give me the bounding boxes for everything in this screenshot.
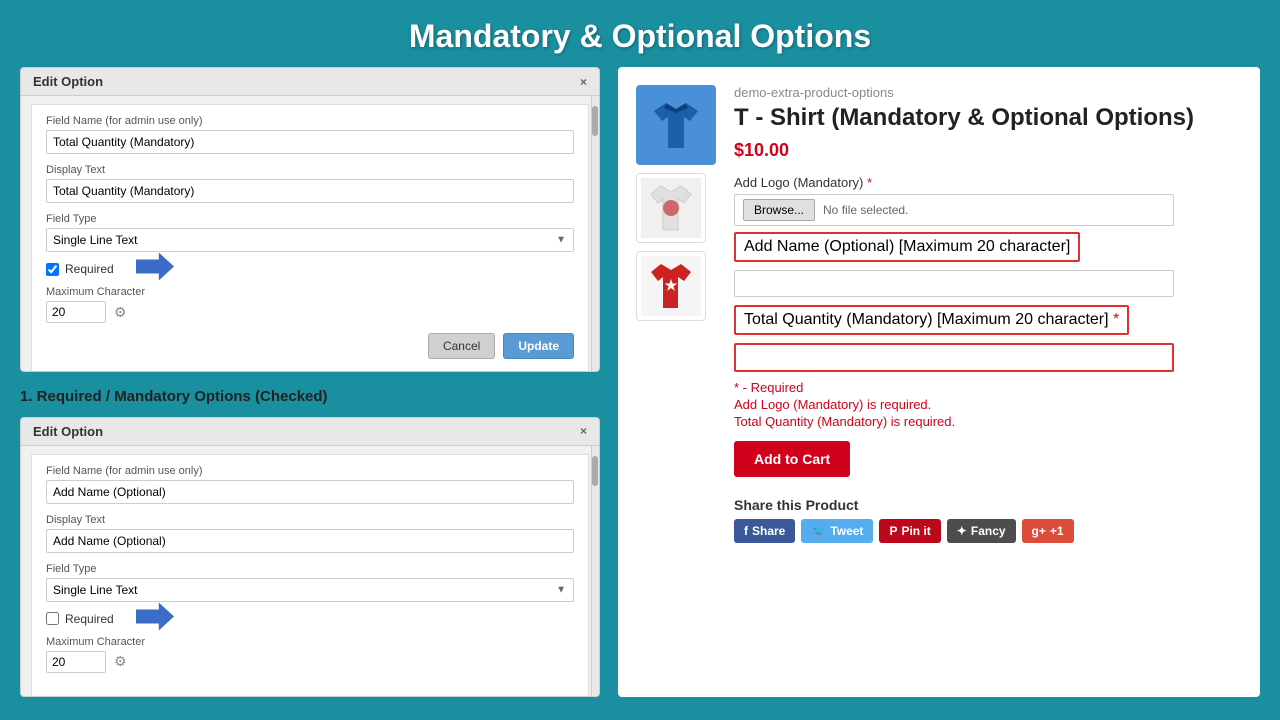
share-facebook-button[interactable]: f Share [734,519,795,543]
share-googleplus-button[interactable]: g+ +1 [1022,519,1074,543]
no-file-text: No file selected. [823,203,908,217]
field2-label-wrapper: Add Name (Optional) [Maximum 20 characte… [734,232,1236,266]
edit-option-body-1: Field Name (for admin use only) Display … [31,104,589,372]
error-message-2: Total Quantity (Mandatory) is required. [734,414,1236,429]
edit-option-box-1: Edit Option × Field Name (for admin use … [20,67,600,372]
edit-option-body-2: Field Name (for admin use only) Display … [31,454,589,697]
close-button-1[interactable]: × [580,75,587,89]
field2-input[interactable] [734,270,1174,297]
max-char-label-2: Maximum Character [46,636,574,648]
field3-input[interactable] [734,343,1174,372]
scrollbar-2 [591,446,599,697]
share-section: Share this Product f Share 🐦 Tweet [734,497,1236,543]
required-row-1: Required [46,262,574,276]
field-type-group-1: Field Type Single Line Text ▼ [46,213,574,252]
close-button-2[interactable]: × [580,424,587,438]
max-char-group-1: Maximum Character ⚙ [46,286,574,323]
field-type-label-2: Field Type [46,563,574,575]
max-char-input-1[interactable] [46,301,106,323]
display-text-label-2: Display Text [46,514,574,526]
svg-text:★: ★ [665,277,678,293]
scrollbar-thumb-2 [592,456,598,486]
max-char-label-1: Maximum Character [46,286,574,298]
product-image-red[interactable]: ★ [636,251,706,321]
product-price: $10.00 [734,140,1236,161]
display-text-group-1: Display Text [46,164,574,203]
field-type-select-2[interactable]: Single Line Text [46,578,574,602]
required-checkbox-label-2[interactable]: Required [65,612,114,626]
form-buttons-1: Cancel Update [46,333,574,359]
field-name-input-1[interactable] [46,130,574,154]
pinterest-icon: P [889,524,897,538]
field-name-label-2: Field Name (for admin use only) [46,465,574,477]
field3-label: Total Quantity (Mandatory) [Maximum 20 c… [734,305,1129,335]
error-message-1: Add Logo (Mandatory) is required. [734,397,1236,412]
display-text-input-2[interactable] [46,529,574,553]
fancy-icon: ✦ [957,524,967,538]
product-images: ★ [636,85,716,321]
required-checkbox-label-1[interactable]: Required [65,262,114,276]
edit-option-box-2: Edit Option × Field Name (for admin use … [20,417,600,697]
required-row-2: Required [46,612,574,626]
edit-option-header-1: Edit Option × [21,68,599,96]
max-char-icon-1: ⚙ [114,304,127,321]
page-wrapper: Mandatory & Optional Options Edit Option… [0,0,1280,720]
field-type-label-1: Field Type [46,213,574,225]
field1-required-star: * [867,175,872,190]
page-title: Mandatory & Optional Options [0,0,1280,67]
display-text-label-1: Display Text [46,164,574,176]
field1-label: Add Logo (Mandatory) * [734,175,1236,190]
googleplus-icon: g+ [1032,524,1046,538]
edit-option-title-2: Edit Option [33,424,103,439]
field-name-label-1: Field Name (for admin use only) [46,115,574,127]
scrollbar-1 [591,96,599,372]
share-twitter-button[interactable]: 🐦 Tweet [801,519,873,543]
max-char-group-2: Maximum Character ⚙ [46,636,574,673]
right-panel: ★ demo-extra-product-options T - Shirt (… [618,67,1260,697]
field-name-group-2: Field Name (for admin use only) [46,465,574,504]
arrow-icon-1 [136,253,174,286]
file-upload-row: Browse... No file selected. [734,194,1174,226]
share-title: Share this Product [734,497,1236,513]
field-name-group-1: Field Name (for admin use only) [46,115,574,154]
arrow-icon-2 [136,602,174,635]
section-label-1: 1. Required / Mandatory Options (Checked… [20,388,600,405]
edit-option-title-1: Edit Option [33,74,103,89]
required-note: * - Required [734,380,1236,395]
max-char-input-2[interactable] [46,651,106,673]
field2-label: Add Name (Optional) [Maximum 20 characte… [734,232,1080,262]
share-buttons: f Share 🐦 Tweet P Pin it [734,519,1236,543]
field3-label-wrapper: Total Quantity (Mandatory) [Maximum 20 c… [734,305,1236,339]
browse-button[interactable]: Browse... [743,199,815,221]
max-char-icon-2: ⚙ [114,653,127,670]
product-image-blue[interactable] [636,85,716,165]
cancel-button-1[interactable]: Cancel [428,333,495,359]
edit-option-header-2: Edit Option × [21,418,599,446]
required-checkbox-2[interactable] [46,612,59,625]
add-to-cart-button[interactable]: Add to Cart [734,441,850,477]
share-fancy-button[interactable]: ✦ Fancy [947,519,1016,543]
field-name-input-2[interactable] [46,480,574,504]
share-pinterest-button[interactable]: P Pin it [879,519,940,543]
field3-required-star: * [1113,311,1119,328]
product-details: demo-extra-product-options T - Shirt (Ma… [734,85,1236,543]
field-type-select-1[interactable]: Single Line Text [46,228,574,252]
product-title: T - Shirt (Mandatory & Optional Options) [734,104,1236,132]
field-type-group-2: Field Type Single Line Text ▼ [46,563,574,602]
display-text-input-1[interactable] [46,179,574,203]
twitter-icon: 🐦 [811,524,826,538]
update-button-1[interactable]: Update [503,333,574,359]
store-name: demo-extra-product-options [734,85,1236,100]
left-panel: Edit Option × Field Name (for admin use … [20,67,600,697]
display-text-group-2: Display Text [46,514,574,553]
facebook-icon: f [744,524,748,538]
product-image-white[interactable] [636,173,706,243]
required-checkbox-1[interactable] [46,263,59,276]
scrollbar-thumb-1 [592,106,598,136]
